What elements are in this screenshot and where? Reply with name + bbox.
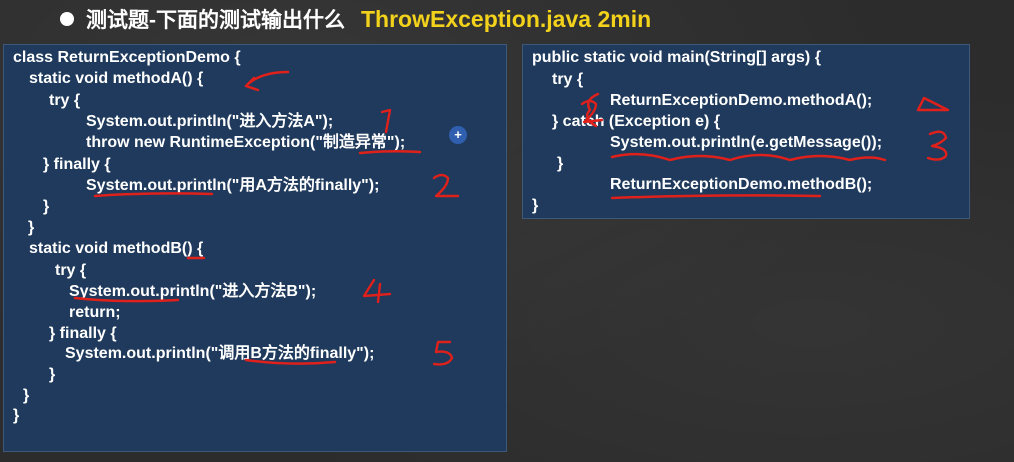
title-text: 测试题-下面的测试输出什么 — [86, 9, 345, 32]
code-line: System.out.println("调用B方法的finally"); — [65, 345, 375, 362]
code-line: System.out.println(e.getMessage()); — [610, 134, 883, 151]
code-line: } — [28, 219, 35, 236]
code-line: System.out.println("用A方法的finally"); — [86, 177, 380, 194]
code-line: } catch (Exception e) { — [552, 113, 721, 130]
code-line: } — [43, 198, 50, 215]
code-line: try { — [55, 262, 87, 279]
code-line: ReturnExceptionDemo.methodA(); — [610, 92, 873, 109]
code-line: } — [532, 197, 539, 214]
code-line: public static void main(String[] args) { — [532, 49, 821, 66]
code-line: throw new RuntimeException("制造异常"); — [86, 134, 406, 151]
code-line: } finally { — [49, 325, 117, 342]
slide-title: 测试题-下面的测试输出什么 ThrowException.java 2min — [60, 4, 651, 34]
code-line: ReturnExceptionDemo.methodB(); — [610, 176, 873, 193]
pointer-cursor-icon: + — [449, 126, 467, 144]
code-line: System.out.println("进入方法A"); — [86, 113, 334, 130]
code-line: System.out.println("进入方法B"); — [69, 283, 317, 300]
code-line: return; — [69, 304, 121, 321]
code-line: try { — [49, 92, 81, 109]
code-line: static void methodA() { — [29, 70, 204, 87]
code-line: class ReturnExceptionDemo { — [13, 49, 241, 66]
code-line: } — [557, 155, 564, 172]
code-line: } finally { — [43, 156, 111, 173]
code-line: } — [13, 407, 20, 424]
code-line: try { — [552, 71, 584, 88]
code-line: } — [49, 366, 56, 383]
code-line: static void methodB() { — [29, 240, 204, 257]
title-filename: ThrowException.java 2min — [361, 5, 652, 32]
bullet-icon — [60, 12, 74, 26]
code-line: } — [23, 387, 30, 404]
